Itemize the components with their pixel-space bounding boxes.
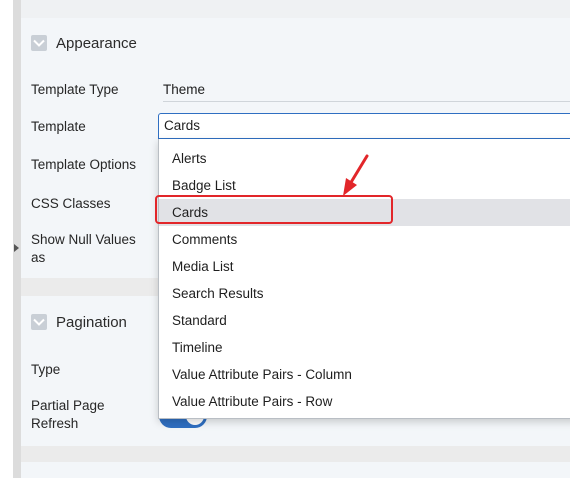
template-type-value[interactable]: Theme [163,81,570,102]
template-options-label: Template Options [31,157,137,172]
template-label: Template [31,119,86,134]
left-gutter [0,0,13,478]
option-search-results[interactable]: Search Results [159,280,570,307]
annotation-arrow-icon [343,154,369,196]
appearance-header[interactable]: Appearance [31,33,137,53]
partial-page-refresh-label: Partial Page [31,398,105,413]
splitter-bar[interactable] [13,0,21,478]
css-classes-label: CSS Classes [31,196,111,211]
pagination-title: Pagination [56,313,127,331]
chevron-down-icon[interactable] [31,35,47,51]
option-standard[interactable]: Standard [159,307,570,334]
pagination-header[interactable]: Pagination [31,312,127,332]
template-select[interactable]: Cards [158,113,570,139]
show-null-values-label: Show Null Values [31,232,136,247]
option-value-attribute-pairs-column[interactable]: Value Attribute Pairs - Column [159,361,570,388]
option-value-attribute-pairs-row[interactable]: Value Attribute Pairs - Row [159,388,570,415]
option-media-list[interactable]: Media List [159,253,570,280]
partial-page-refresh-label-cont: Refresh [31,416,79,431]
next-section-head [21,462,570,478]
template-type-label: Template Type [31,82,119,97]
appearance-title: Appearance [56,34,137,52]
option-timeline[interactable]: Timeline [159,334,570,361]
splitter-handle-icon[interactable] [14,244,19,252]
show-null-values-label-cont: as [31,250,46,265]
pagination-type-label: Type [31,362,61,377]
option-comments[interactable]: Comments [159,226,570,253]
previous-section-tail [21,0,570,18]
chevron-down-icon[interactable] [31,314,47,330]
